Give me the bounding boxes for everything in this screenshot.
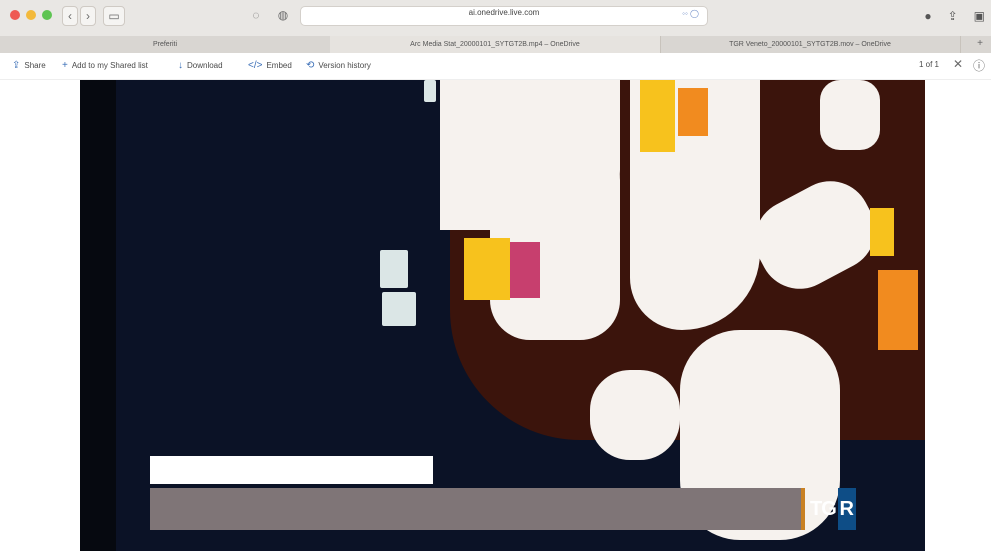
pink-patch (510, 242, 540, 298)
tab-label: TGR Veneto_20000101_SYTGT2B.mov – OneDri… (729, 41, 891, 48)
sidebar-icon[interactable]: ▭ (103, 6, 125, 26)
lower-third-accent-bar (801, 488, 805, 530)
embed-button[interactable]: </> Embed (248, 60, 292, 71)
download-button[interactable]: ↓ Download (178, 60, 223, 71)
tab-favorites[interactable]: Preferiti (0, 36, 331, 53)
share-button[interactable]: ⇪ Share (12, 60, 46, 71)
add-to-shared-list-button[interactable]: + Add to my Shared list (62, 60, 148, 71)
tab-label: Arc Media Stat_20000101_SYTGT2B.mp4 – On… (410, 41, 580, 48)
tab-bar: Preferiti Arc Media Stat_20000101_SYTGT2… (0, 36, 991, 54)
speck-bottom (382, 292, 416, 326)
shield-icon[interactable]: ◌ (248, 6, 264, 24)
info-icon[interactable]: ⓘ (973, 57, 985, 74)
onedrive-toolbar: ⇪ Share + Add to my Shared list ↓ Downlo… (0, 53, 991, 80)
forward-icon[interactable]: › (80, 6, 96, 26)
tgr-logo: TG R (810, 488, 888, 530)
maximize-window-icon[interactable] (42, 10, 52, 20)
share-icon: ⇪ (12, 60, 21, 71)
share-label: Share (24, 61, 46, 70)
bright-shape-top-right (820, 80, 880, 150)
tab-label: Preferiti (152, 41, 178, 48)
orange-patch (678, 88, 708, 136)
share-browser-icon[interactable]: ⇪ (948, 9, 958, 23)
close-window-icon[interactable] (10, 10, 20, 20)
pager: 1 of 1 (918, 60, 939, 69)
browser-right-controls: ● ⇪ ▣ (890, 6, 991, 26)
lower-third-title-band (150, 456, 433, 484)
download-label: Download (187, 61, 223, 70)
browser-titlebar: ‹ › ▭ ◌ ◍ ai.onedrive.live.com ◦◦ ◯ ● ⇪ … (0, 0, 991, 37)
version-label: Version history (318, 61, 371, 70)
tab-onedrive-2[interactable]: TGR Veneto_20000101_SYTGT2B.mov – OneDri… (660, 36, 961, 53)
speck-mini (424, 80, 436, 102)
tab-onedrive-1[interactable]: Arc Media Stat_20000101_SYTGT2B.mp4 – On… (330, 36, 661, 53)
embed-label: Embed (266, 61, 292, 70)
version-history-button[interactable]: ⟲ Version history (306, 60, 371, 71)
downloads-icon[interactable]: ● (924, 9, 931, 23)
bright-shape-small (590, 370, 680, 460)
lower-third-caption-band (150, 488, 803, 530)
history-icon: ⟲ (306, 60, 315, 71)
reader-icon[interactable]: ◍ (275, 6, 291, 24)
logo-tg-text: TG (810, 497, 837, 520)
minimize-window-icon[interactable] (26, 10, 36, 20)
video-left-shadow (80, 80, 116, 551)
address-text: ai.onedrive.live.com (468, 8, 540, 17)
add-icon: + (62, 60, 68, 71)
new-tab-button[interactable]: + (977, 38, 983, 49)
yellow-patch (464, 238, 510, 300)
yellow-column (640, 80, 675, 152)
tabs-icon[interactable]: ▣ (974, 9, 985, 23)
speck-top (380, 250, 408, 288)
download-icon: ↓ (178, 60, 183, 71)
address-icons: ◦◦ ◯ (682, 9, 699, 18)
embed-icon: </> (248, 60, 263, 71)
orange-right-strip (878, 270, 918, 350)
logo-r-text: R (837, 488, 856, 530)
back-icon[interactable]: ‹ (62, 6, 78, 26)
add-shared-label: Add to my Shared list (71, 61, 148, 70)
yellow-right-patch (870, 208, 894, 256)
close-icon[interactable]: ✕ (953, 57, 963, 71)
address-bar[interactable]: ai.onedrive.live.com ◦◦ ◯ (300, 6, 708, 26)
